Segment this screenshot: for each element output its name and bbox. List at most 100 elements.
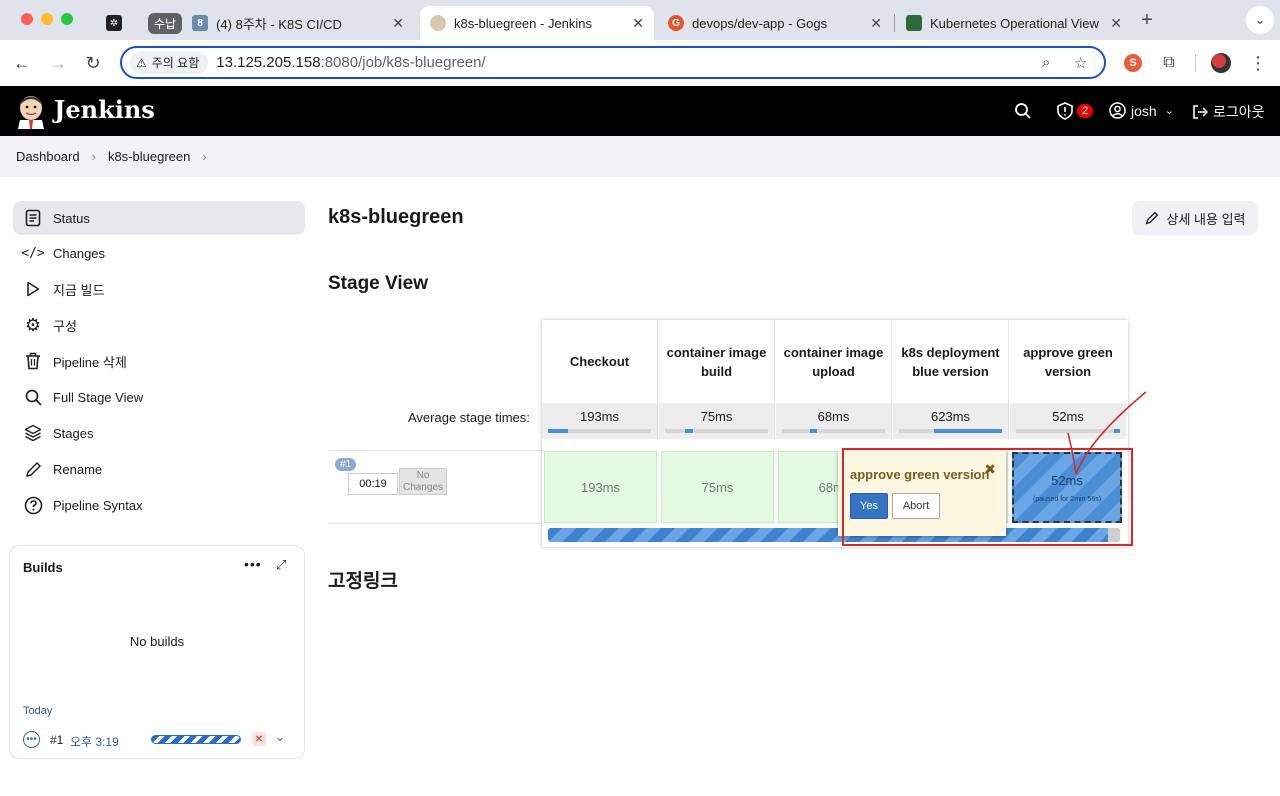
help-icon: [23, 495, 43, 515]
tab-search-button[interactable]: ⌄: [1246, 6, 1274, 34]
user-menu[interactable]: josh ⌄: [1109, 102, 1174, 119]
stage-average-fill: [548, 429, 568, 433]
sidebar-item-delete-pipeline[interactable]: Pipeline 삭제: [13, 344, 305, 378]
stage-average-value: 623ms: [930, 409, 971, 424]
sidebar-item-changes[interactable]: </> Changes: [13, 236, 305, 270]
stage-average: 68ms: [776, 403, 892, 439]
logout-icon: [1193, 105, 1208, 119]
build-badge[interactable]: #1: [335, 458, 357, 471]
header-search-button[interactable]: [1014, 102, 1032, 120]
logout-label: 로그아웃: [1213, 104, 1265, 120]
minimize-window-button[interactable]: [41, 13, 53, 25]
back-button[interactable]: ←: [9, 50, 35, 76]
tab-pinned-jenkins[interactable]: ✲: [96, 6, 132, 40]
stage-average: 623ms: [893, 403, 1009, 439]
sidebar-item-label: Full Stage View: [53, 389, 144, 405]
address-bar[interactable]: ⚠ 주의 요함 13.125.205.158:8080/job/k8s-blue…: [120, 46, 1106, 79]
jenkins-brand[interactable]: Jenkins: [54, 95, 155, 124]
status-icon: [23, 208, 43, 228]
sidebar-item-label: Rename: [53, 461, 103, 477]
forward-button[interactable]: →: [45, 50, 71, 76]
stage-header: k8s deployment blue version: [893, 320, 1009, 403]
builds-more-icon[interactable]: •••: [244, 556, 262, 572]
sidebar-item-stages[interactable]: Stages: [13, 416, 305, 450]
build-number[interactable]: #1: [50, 733, 63, 747]
no-builds-text: No builds: [129, 634, 185, 649]
search-icon: [1015, 103, 1031, 119]
stage-average-value: 75ms: [700, 409, 733, 424]
logout-button[interactable]: 로그아웃: [1192, 102, 1265, 122]
url-path: :8080/job/k8s-bluegreen/: [320, 54, 486, 71]
username-label: josh: [1131, 102, 1157, 119]
stage-cell-success[interactable]: 193ms: [544, 451, 657, 523]
tab-gogs[interactable]: G devops/dev-app - Gogs ✕: [658, 6, 892, 40]
run-changes[interactable]: No Changes: [399, 468, 447, 495]
sidebar-item-build-now[interactable]: 지금 빌드: [13, 272, 305, 306]
pencil-icon: [23, 459, 43, 479]
browser-tab-bar: ✲ 수납 8 (4) 8주차 - K8S CI/CD ✕ k8s-bluegre…: [0, 0, 1280, 40]
code-icon: </>: [21, 245, 45, 261]
edit-description-button[interactable]: 상세 내용 입력: [1132, 201, 1258, 235]
stage-average-bar: [899, 429, 1002, 433]
breadcrumb: Dashboard › k8s-bluegreen ›: [0, 136, 1280, 177]
tab-title: k8s-bluegreen - Jenkins: [454, 15, 593, 31]
chevron-right-icon: ›: [91, 149, 96, 164]
play-icon: [23, 279, 43, 299]
tab-jenkins[interactable]: k8s-bluegreen - Jenkins ✕: [420, 6, 654, 40]
maximize-window-button[interactable]: [61, 13, 73, 25]
close-window-button[interactable]: [21, 13, 33, 25]
expand-icon[interactable]: ⤢: [276, 557, 286, 573]
build-time[interactable]: 오후 3:19: [70, 733, 119, 750]
reload-button[interactable]: ↻: [80, 50, 106, 76]
zoom-icon[interactable]: ⌕: [1042, 54, 1050, 71]
close-tab-icon[interactable]: ✕: [632, 15, 644, 32]
kube-ops-icon: [906, 15, 922, 31]
new-tab-button[interactable]: +: [1134, 7, 1160, 33]
sidebar-item-rename[interactable]: Rename: [13, 452, 305, 486]
close-tab-icon[interactable]: ✕: [392, 15, 404, 32]
build-entry[interactable]: ••• #1 오후 3:19 ✕ ⌄: [23, 730, 293, 750]
stage-cell-success[interactable]: 75ms: [661, 451, 774, 523]
browser-toolbar: ← → ↻ ⚠ 주의 요함 13.125.205.158:8080/job/k8…: [0, 40, 1280, 86]
browser-menu-icon[interactable]: ⋮: [1245, 50, 1271, 76]
chevron-right-icon[interactable]: ›: [202, 149, 206, 164]
builds-widget: Builds ••• ⤢ No builds Today ••• #1 오후 3…: [9, 545, 305, 759]
jenkins-ascii-icon: ✲: [106, 15, 122, 31]
sidebar-item-label: Status: [53, 210, 90, 226]
tab-title: devops/dev-app - Gogs: [692, 15, 828, 31]
sidebar-item-configure[interactable]: ⚙ 구성: [13, 308, 305, 342]
builds-group-label: Today: [23, 705, 53, 717]
stage-average-bar: [665, 429, 768, 433]
edit-description-label: 상세 내용 입력: [1166, 211, 1246, 227]
bookmark-star-icon[interactable]: ☆: [1074, 54, 1087, 72]
tab-kube-ops-view[interactable]: Kubernetes Operational View ✕: [896, 6, 1132, 40]
close-tab-icon[interactable]: ✕: [1110, 15, 1122, 32]
sidebar-item-label: Pipeline 삭제: [53, 354, 127, 370]
extensions-puzzle-icon[interactable]: ⧉: [1156, 50, 1182, 76]
breadcrumb-dashboard[interactable]: Dashboard: [16, 149, 80, 164]
average-stage-times-label: Average stage times:: [408, 410, 530, 425]
stage-view-heading: Stage View: [328, 273, 428, 294]
security-warning-chip[interactable]: ⚠ 주의 요함: [130, 51, 209, 74]
sidebar-item-status[interactable]: Status: [13, 201, 305, 235]
tab-title: (4) 8주차 - K8S CI/CD: [216, 16, 342, 32]
jenkins-header: Jenkins 2 josh ⌄ 로그아웃: [0, 86, 1280, 136]
sidebar-item-full-stage-view[interactable]: Full Stage View: [13, 380, 305, 414]
url-text: 13.125.205.158:8080/job/k8s-bluegreen/: [216, 54, 485, 71]
breadcrumb-job[interactable]: k8s-bluegreen: [108, 149, 190, 164]
security-alerts-button[interactable]: 2: [1057, 102, 1094, 120]
stage-average-bar: [548, 429, 651, 433]
abort-build-icon[interactable]: ✕: [252, 732, 266, 746]
builds-title: Builds: [23, 560, 63, 575]
jenkins-logo-icon[interactable]: [16, 93, 46, 129]
blog-favicon-icon: 8: [192, 15, 209, 31]
sidebar-item-pipeline-syntax[interactable]: Pipeline Syntax: [13, 488, 305, 522]
close-tab-icon[interactable]: ✕: [870, 15, 882, 32]
gogs-icon: G: [668, 15, 684, 31]
profile-avatar-icon[interactable]: [1208, 50, 1234, 76]
chevron-down-icon[interactable]: ⌄: [275, 730, 285, 744]
stage-average: 193ms: [542, 403, 658, 439]
tab-k8s-cicd[interactable]: 수납 8 (4) 8주차 - K8S CI/CD ✕: [138, 6, 414, 40]
stage-average-fill: [684, 429, 693, 433]
extension-s-icon[interactable]: S: [1120, 50, 1146, 76]
